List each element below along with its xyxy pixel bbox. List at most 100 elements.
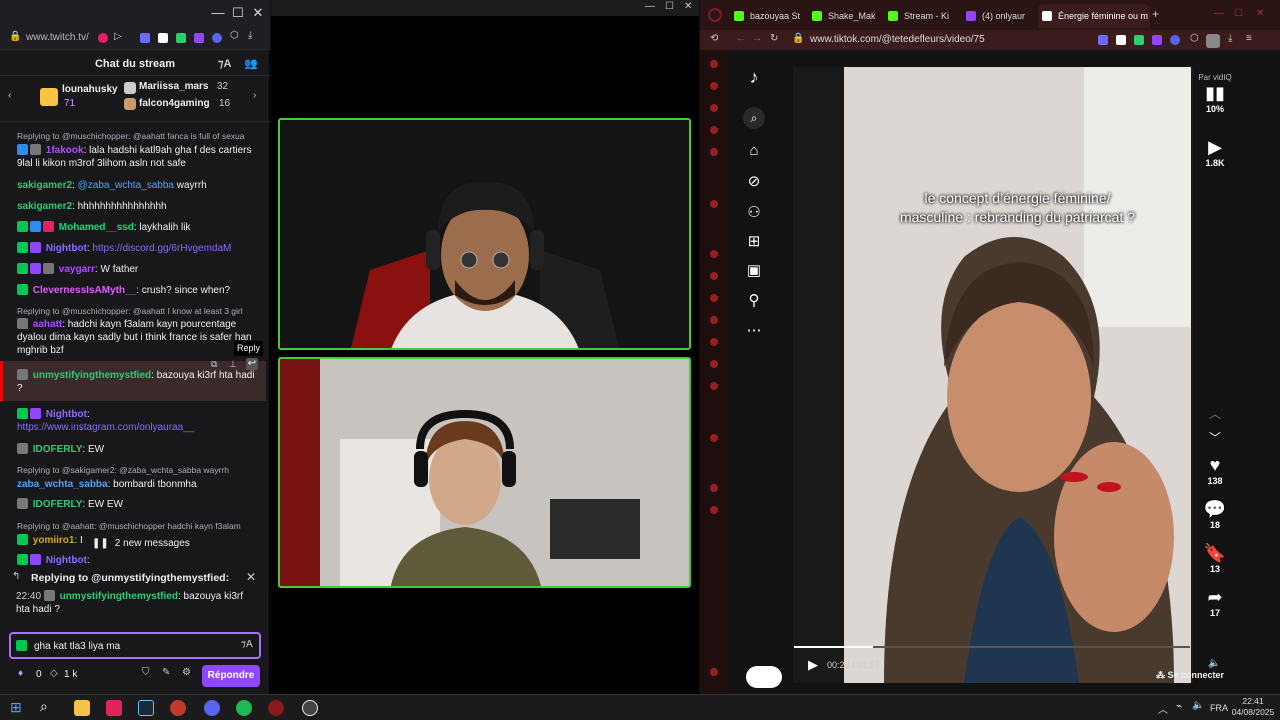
extension-icon[interactable] — [194, 33, 204, 43]
gear-icon[interactable]: ⚙ — [182, 667, 191, 678]
forward-arrow-icon[interactable]: → — [752, 33, 762, 44]
chat-link[interactable]: https://discord.gg/6rHvgemdaM — [92, 243, 231, 254]
sidebar-icon[interactable] — [710, 668, 718, 676]
sidebar-icon[interactable] — [710, 434, 718, 442]
points-icon[interactable]: ♦ — [18, 668, 23, 679]
puzzle-icon[interactable]: ⬡ — [230, 30, 239, 41]
profile-icon[interactable]: ⚲ — [745, 292, 763, 310]
explore-icon[interactable]: ⊘ — [745, 173, 763, 191]
sidebar-icon[interactable] — [710, 506, 718, 514]
play-icon[interactable]: ▶ — [808, 657, 818, 673]
progress-track[interactable] — [794, 646, 1190, 648]
tiktok-logo-icon[interactable]: ♪ — [745, 68, 763, 86]
extension-icon[interactable] — [140, 33, 150, 43]
tiktok-app-icon[interactable] — [106, 700, 122, 716]
close-icon[interactable]: ✕ — [684, 1, 692, 12]
scroll-up[interactable]: ︿ — [1190, 403, 1240, 425]
chat-username[interactable]: IDOFERLY — [33, 499, 83, 510]
steam-icon[interactable] — [138, 700, 154, 716]
puzzle-icon[interactable]: ⬡ — [1190, 33, 1199, 44]
save-button[interactable]: 🔖 13 — [1190, 542, 1240, 574]
app-icon[interactable] — [170, 700, 186, 716]
share-button[interactable]: ➦ 17 — [1190, 586, 1240, 618]
chat-username[interactable]: vaygarr — [59, 264, 95, 275]
vidiq-widget[interactable]: Par vidIQ ▮▮ 10% — [1190, 73, 1240, 114]
search-icon[interactable]: ⌕ — [743, 107, 765, 129]
leaderboard-name[interactable]: Mariissa_mars — [139, 81, 209, 92]
chat-username[interactable]: Nightbot — [46, 409, 87, 420]
volume-icon[interactable]: 🔈 — [1208, 658, 1220, 669]
maximize-icon[interactable]: ☐ — [228, 0, 248, 26]
extension-icon[interactable] — [1170, 35, 1180, 45]
app-download-pill[interactable] — [746, 666, 782, 688]
minimize-icon[interactable]: — — [208, 0, 228, 26]
following-icon[interactable]: ⚇ — [745, 204, 763, 222]
obs-icon[interactable] — [302, 700, 318, 716]
chat-input-field[interactable]: gha kat tla3 liya ma ⁊A — [9, 632, 261, 659]
heart-icon[interactable] — [98, 33, 108, 43]
login-button[interactable]: ⁂ Se connecter — [1156, 670, 1276, 681]
scroll-down[interactable]: ﹀ — [1190, 427, 1240, 449]
spotify-icon[interactable] — [236, 700, 252, 716]
chat-message-list[interactable]: Replying to @muschichopper: @aahatt fanc… — [0, 127, 266, 567]
sidebar-icon[interactable] — [710, 200, 718, 208]
translate-icon[interactable]: ⁊A — [218, 52, 231, 76]
browser-url[interactable]: www.tiktok.com/@tetedefleurs/video/75 — [810, 34, 985, 45]
reply-user[interactable]: unmystifyingthemystfied — [60, 591, 178, 602]
extension-icon[interactable] — [1134, 35, 1144, 45]
discord-icon[interactable] — [204, 700, 220, 716]
close-icon[interactable]: ✕ — [1256, 8, 1264, 19]
chevron-left-icon[interactable]: ‹ — [8, 90, 11, 101]
back-icon[interactable]: ⟲ — [710, 33, 718, 44]
chat-username[interactable]: ClevernessIsAMyth__ — [33, 285, 136, 296]
reply-button[interactable]: Répondre — [202, 665, 260, 687]
play-count[interactable]: ▶ 1.8K — [1190, 136, 1240, 168]
clock[interactable]: 22:41 04/08/2025 — [1228, 696, 1278, 718]
chat-username[interactable]: sakigamer2 — [17, 201, 72, 212]
close-icon[interactable]: ✕ — [248, 0, 268, 26]
tab-kick-2[interactable]: Shake_Mak — [808, 4, 882, 28]
tray-chevron-icon[interactable]: ︿ — [1158, 701, 1168, 716]
tab-kick-1[interactable]: bazouyaa St — [730, 4, 804, 28]
more-icon[interactable]: ⋯ — [745, 322, 763, 340]
mod-icon[interactable]: ✎ — [162, 667, 170, 678]
opera-gx-icon[interactable] — [268, 700, 284, 716]
file-explorer-icon[interactable] — [74, 700, 90, 716]
sidebar-icon[interactable] — [710, 382, 718, 390]
tab-tiktok-active[interactable]: Énergie féminine ou m — [1038, 4, 1150, 28]
leaderboard-name[interactable]: falcon4gaming — [139, 98, 210, 109]
sidebar-icon[interactable] — [710, 126, 718, 134]
new-tab-icon[interactable]: + — [1152, 7, 1159, 21]
download-icon[interactable]: ⤓ — [1228, 33, 1232, 44]
tab-kick-3[interactable]: Stream - Ki — [884, 4, 958, 28]
close-icon[interactable]: ✕ — [246, 570, 256, 584]
chat-username[interactable]: Nightbot — [46, 555, 87, 566]
back-arrow-icon[interactable]: ← — [736, 33, 746, 44]
maximize-icon[interactable]: ☐ — [665, 1, 674, 12]
sidebar-icon[interactable] — [710, 60, 718, 68]
sidebar-icon[interactable] — [710, 484, 718, 492]
users-icon[interactable]: 👥 — [244, 52, 258, 76]
extension-icon[interactable] — [176, 33, 186, 43]
tab-twitch[interactable]: (4) onlyaur — [962, 4, 1036, 28]
chat-mention[interactable]: @zaba_wchta_sabba — [78, 180, 174, 191]
sidebar-icon[interactable] — [710, 148, 718, 156]
sidebar-icon[interactable] — [710, 272, 718, 280]
search-icon[interactable]: ⌕ — [40, 698, 48, 715]
download-icon[interactable]: ⤓ — [248, 30, 252, 41]
minimize-icon[interactable]: — — [645, 1, 655, 12]
chat-username[interactable]: Nightbot — [46, 243, 87, 254]
chat-username[interactable]: 1fakook — [46, 145, 84, 156]
sidebar-icon[interactable] — [710, 250, 718, 258]
profile-avatar[interactable] — [1206, 34, 1220, 48]
chevron-right-icon[interactable]: › — [253, 90, 256, 101]
maximize-icon[interactable]: ☐ — [1234, 8, 1243, 19]
sidebar-icon[interactable] — [710, 294, 718, 302]
sidebar-icon[interactable] — [710, 316, 718, 324]
network-icon[interactable]: ⌁ — [1176, 701, 1182, 712]
extension-icon[interactable] — [1098, 35, 1108, 45]
minimize-icon[interactable]: — — [1214, 8, 1224, 19]
chat-address-bar[interactable]: 🔒 www.twitch.tv/ ▷ ⬡ ⤓ — [0, 26, 270, 50]
chat-username[interactable]: Mohamed__ssd — [59, 222, 134, 233]
windows-start-icon[interactable]: ⊞ — [10, 699, 22, 716]
